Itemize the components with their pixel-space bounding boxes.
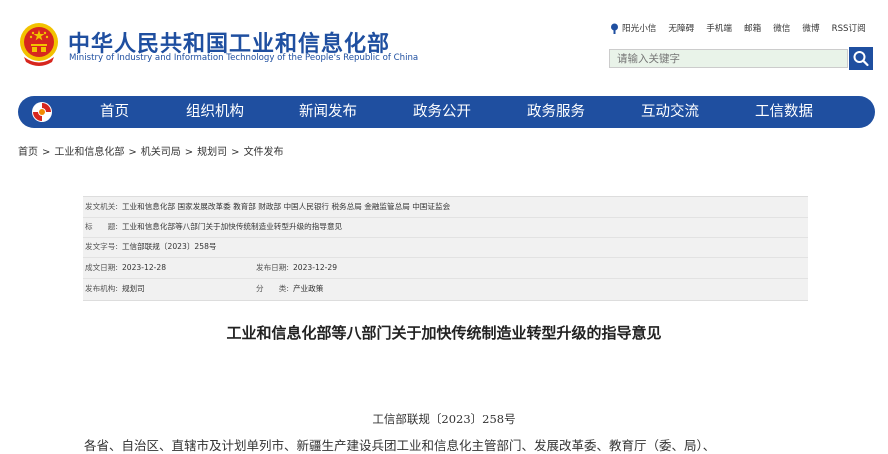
meta-org: 规划司 — [121, 284, 145, 293]
meta-label: 分 类: — [256, 284, 289, 293]
meta-issuers: 工业和信息化部 国家发展改革委 教育部 财政部 中国人民银行 税务总局 金融监管… — [121, 202, 451, 211]
meta-created-date: 2023-12-28 — [121, 263, 167, 272]
document-title: 工业和信息化部等八部门关于加快传统制造业转型升级的指导意见 — [226, 324, 662, 342]
meta-row-doc-number: 发文字号: 工信部联规〔2023〕258号 — [83, 237, 808, 258]
national-emblem-icon[interactable] — [18, 22, 60, 66]
meta-label: 成文日期: — [85, 263, 118, 272]
nav-item-home[interactable]: 首页 — [100, 96, 129, 128]
toplink-label: 阳光小信 — [622, 24, 657, 34]
nav-item-data[interactable]: 工信数据 — [755, 96, 813, 128]
site-subtitle: Ministry of Industry and Information Tec… — [69, 53, 419, 63]
toplink-rss[interactable]: RSS订阅 — [832, 22, 866, 34]
meta-category: 产业政策 — [292, 284, 324, 293]
site-header: 中华人民共和国工业和信息化部 Ministry of Industry and … — [0, 0, 888, 95]
meta-label: 发文机关: — [85, 202, 118, 211]
meta-row-title: 标 题: 工业和信息化部等八部门关于加快传统制造业转型升级的指导意见 — [83, 217, 808, 238]
toplink-mail[interactable]: 邮箱 — [744, 22, 761, 34]
document-number: 工信部联规〔2023〕258号 — [372, 412, 516, 426]
search-box — [609, 47, 873, 70]
breadcrumb-separator: > — [128, 147, 137, 158]
breadcrumb-planning[interactable]: 规划司 — [197, 147, 227, 158]
top-links: 阳光小信 无障碍 手机端 邮箱 微信 微博 RSS订阅 — [610, 20, 866, 36]
breadcrumb-home[interactable]: 首页 — [18, 147, 38, 158]
nav-item-interaction[interactable]: 互动交流 — [641, 96, 699, 128]
meta-row-issuers: 发文机关: 工业和信息化部 国家发展改革委 教育部 财政部 中国人民银行 税务总局… — [83, 197, 808, 218]
main-nav: 首页 组织机构 新闻发布 政务公开 政务服务 互动交流 工信数据 — [18, 96, 875, 128]
meta-row-org: 发布机构: 规划司 分 类: 产业政策 — [83, 279, 808, 299]
miit-logo-icon[interactable] — [30, 100, 54, 124]
breadcrumb-separator: > — [184, 147, 194, 158]
breadcrumb-departments[interactable]: 机关司局 — [141, 147, 181, 158]
meta-label: 标 题: — [85, 222, 118, 231]
meta-published-date: 2023-12-29 — [292, 263, 338, 272]
document-salutation: 各省、自治区、直辖市及计划单列市、新疆生产建设兵团工业和信息化主管部门、发展改革… — [84, 438, 716, 453]
nav-item-organization[interactable]: 组织机构 — [186, 96, 244, 128]
search-button[interactable] — [849, 47, 873, 70]
nav-item-gov-affairs[interactable]: 政务公开 — [413, 96, 471, 128]
meta-row-dates: 成文日期: 2023-12-28 发布日期: 2023-12-29 — [83, 258, 808, 279]
sunshine-xiaoxin-icon — [611, 23, 618, 34]
nav-item-news[interactable]: 新闻发布 — [299, 96, 357, 128]
meta-doc-number: 工信部联规〔2023〕258号 — [121, 242, 217, 251]
toplink-accessibility[interactable]: 无障碍 — [668, 22, 694, 34]
breadcrumb-separator: > — [231, 147, 240, 158]
breadcrumb-ministry[interactable]: 工业和信息化部 — [54, 147, 124, 158]
toplink-wechat[interactable]: 微信 — [773, 22, 790, 34]
breadcrumb: 首页 > 工业和信息化部 > 机关司局 > 规划司 > 文件发布 — [18, 143, 284, 158]
search-input[interactable] — [609, 49, 848, 68]
document-metadata: 发文机关: 工业和信息化部 国家发展改革委 教育部 财政部 中国人民银行 税务总局… — [83, 196, 808, 301]
toplink-mobile[interactable]: 手机端 — [706, 22, 732, 34]
meta-label: 发布机构: — [85, 284, 118, 293]
breadcrumb-documents[interactable]: 文件发布 — [244, 147, 284, 158]
meta-title: 工业和信息化部等八部门关于加快传统制造业转型升级的指导意见 — [121, 222, 343, 231]
search-icon — [853, 51, 869, 67]
toplink-sunshine[interactable]: 阳光小信 — [610, 22, 656, 34]
breadcrumb-separator: > — [42, 147, 51, 158]
meta-label: 发布日期: — [256, 263, 289, 272]
meta-label: 发文字号: — [85, 242, 118, 251]
nav-item-gov-services[interactable]: 政务服务 — [527, 96, 585, 128]
toplink-weibo[interactable]: 微博 — [802, 22, 819, 34]
